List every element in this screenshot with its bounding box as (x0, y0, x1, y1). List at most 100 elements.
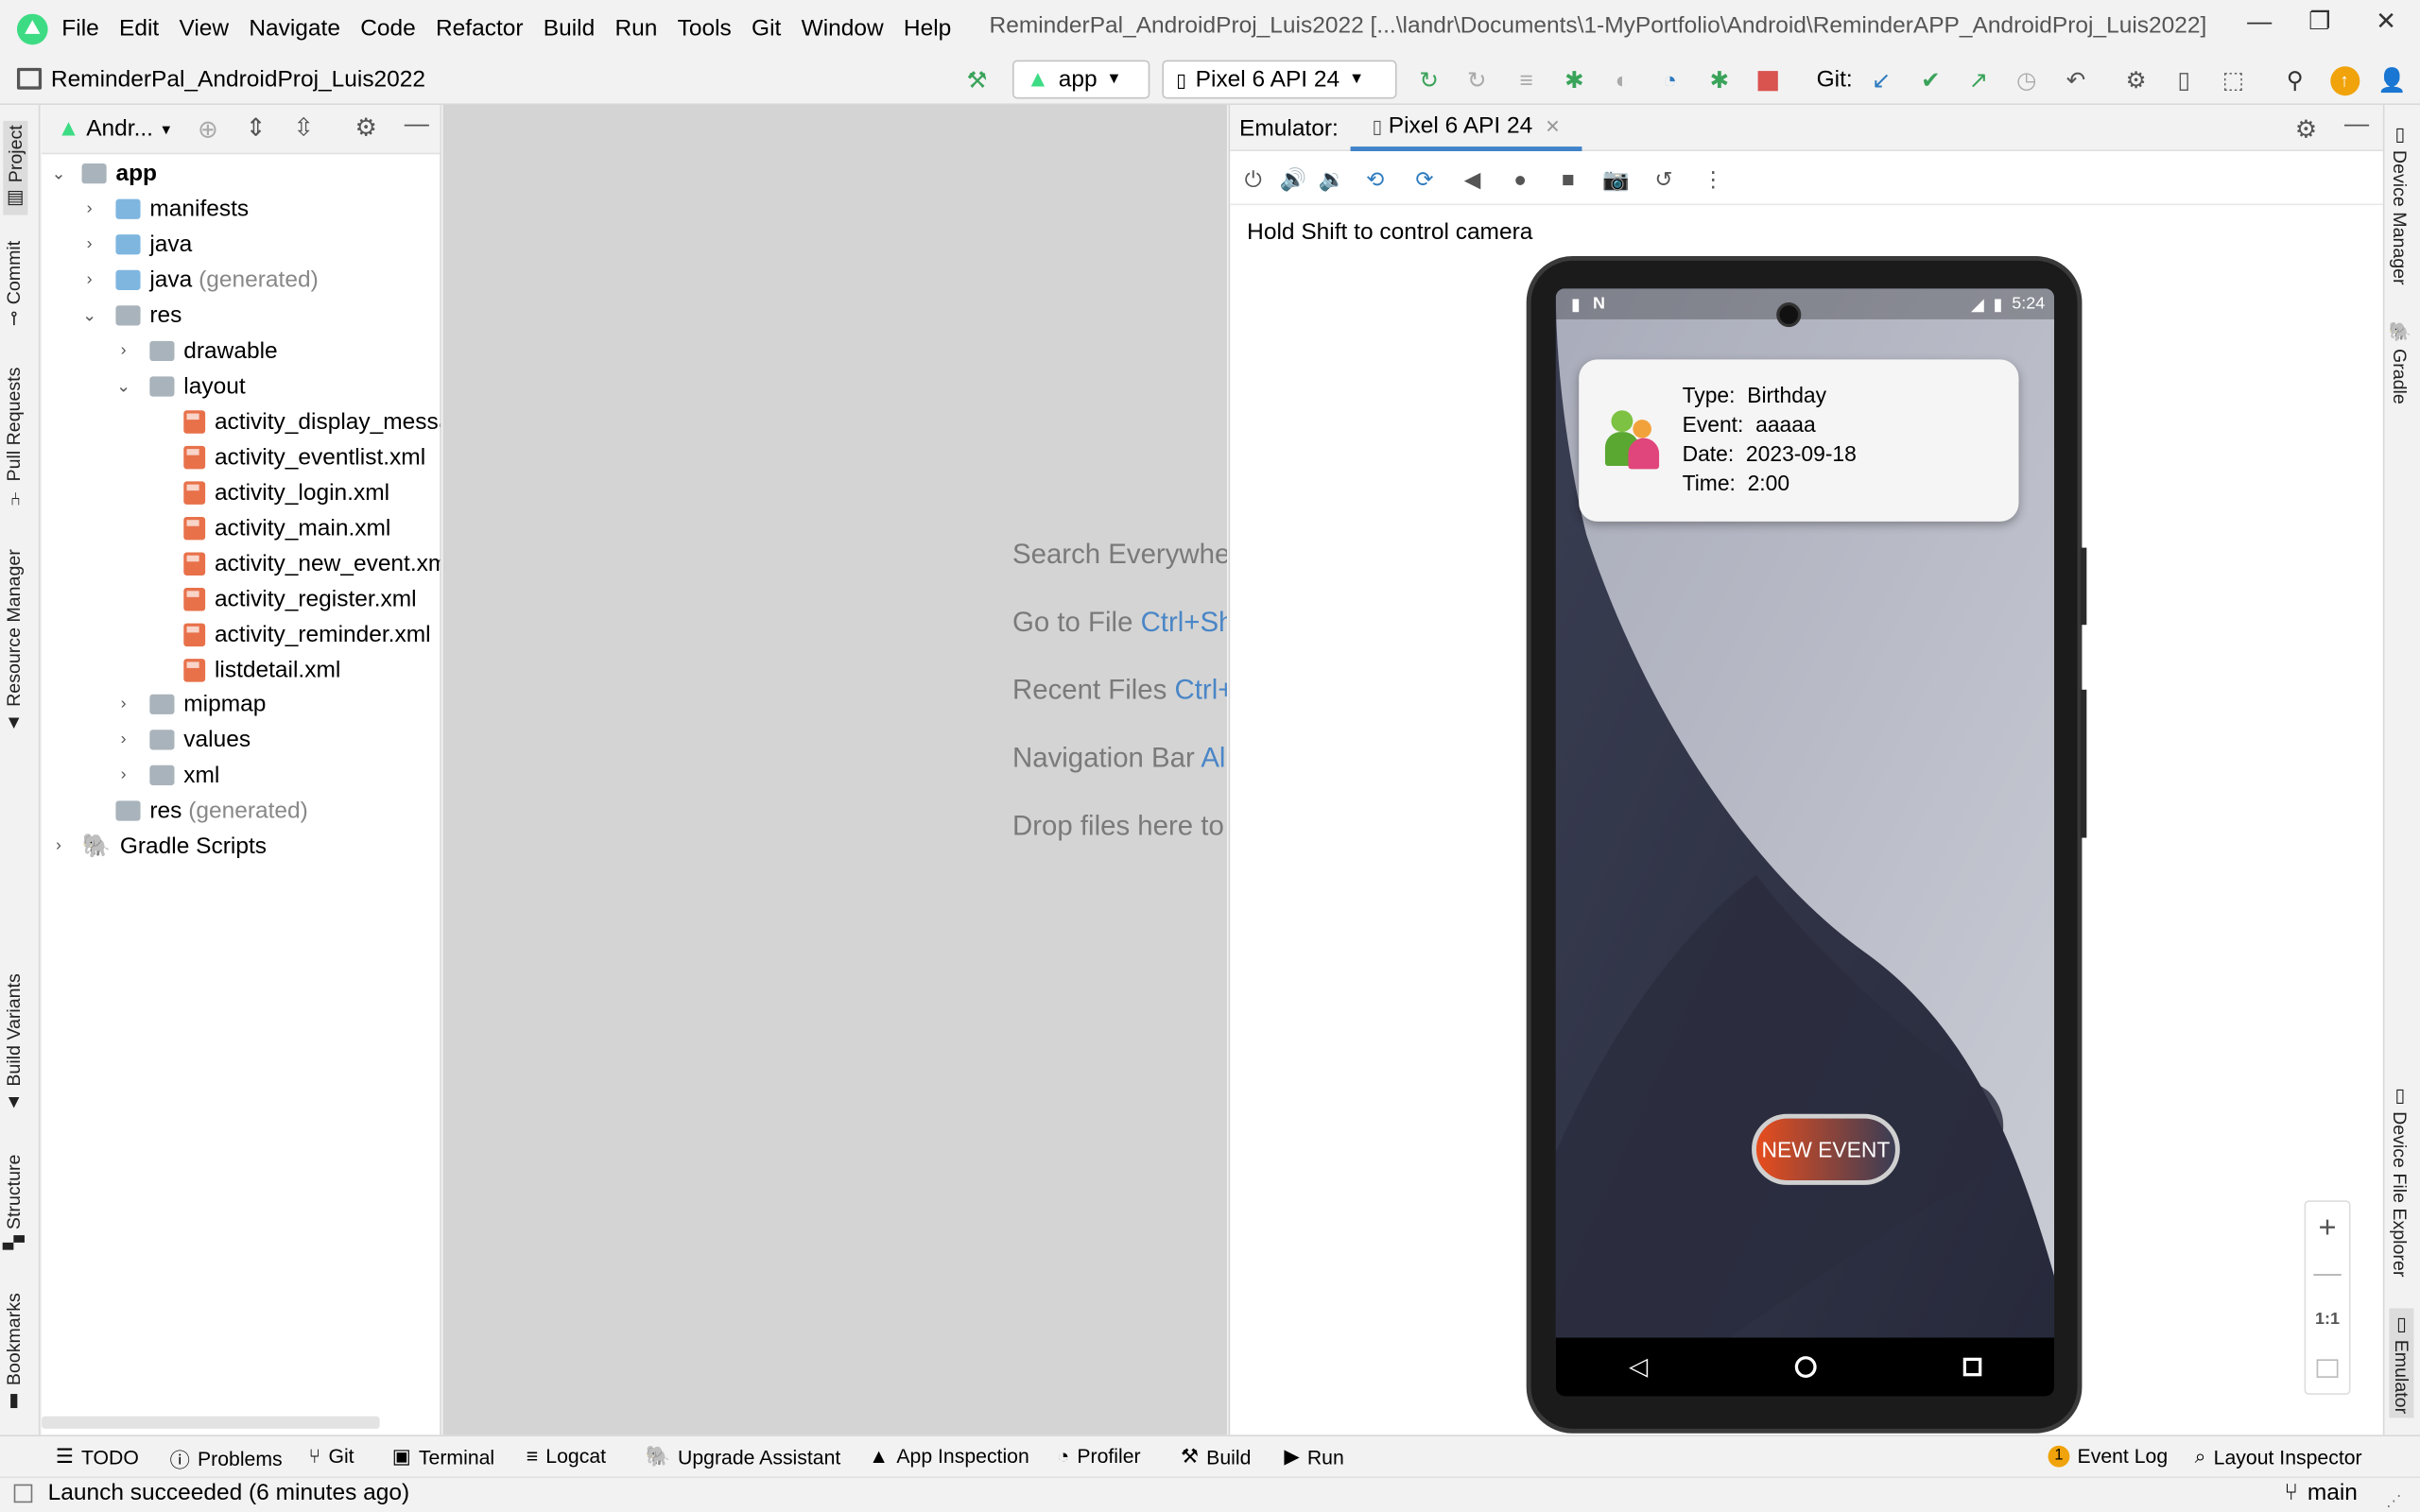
menu-file[interactable]: File (61, 15, 98, 42)
tab-structure[interactable]: ▚ Structure (3, 1154, 25, 1249)
run-config-select[interactable]: ▲ app ▼ (1012, 60, 1150, 99)
menu-navigate[interactable]: Navigate (249, 15, 340, 42)
tab-problems[interactable]: ⓘ Problems (170, 1444, 283, 1473)
tab-build-variants[interactable]: ▲ Build Variants (3, 973, 25, 1114)
update-icon[interactable]: ↑ (2327, 63, 2361, 97)
tab-profiler[interactable]: ◔ Profiler (1057, 1444, 1140, 1467)
tree-item-file[interactable]: activity_new_event.xm (183, 546, 440, 580)
tool-windows-toggle-icon[interactable] (13, 1484, 33, 1503)
rollback-icon[interactable]: ↶ (2059, 63, 2093, 97)
hammer-icon[interactable]: ⚒ (960, 63, 994, 97)
tree-item-manifests[interactable]: › manifests (78, 191, 250, 225)
history-icon[interactable]: ◷ (2010, 63, 2044, 97)
device-manager-icon[interactable]: ▯ (2167, 63, 2201, 97)
menu-code[interactable]: Code (360, 15, 416, 42)
tab-layout-inspector[interactable]: ⌕ Layout Inspector (2195, 1444, 2362, 1469)
locate-icon[interactable]: ⊕ (198, 114, 218, 146)
zoom-actual-size[interactable]: 1:1 (2306, 1310, 2349, 1329)
tree-item-mipmap[interactable]: › mipmap (112, 687, 267, 721)
project-breadcrumb[interactable]: ReminderPal_AndroidProj_Luis2022 (51, 66, 425, 93)
tab-pull-requests[interactable]: ⑂ Pull Requests (3, 368, 25, 507)
gear-icon[interactable]: ⚙ (2295, 114, 2317, 146)
collapse-all-icon[interactable]: ⇳ (293, 112, 314, 144)
device-screen[interactable]: ▮ N ◢ ▮ 5:24 Type: Birthday Event: aaaaa… (1555, 288, 2055, 1397)
tree-item-file[interactable]: activity_register.xml (183, 582, 417, 616)
tree-item-values[interactable]: › values (112, 722, 251, 756)
search-icon[interactable]: ⚲ (2278, 63, 2312, 97)
git-commit-icon[interactable]: ✔ (1913, 63, 1947, 97)
coverage-icon[interactable]: ◐ (1605, 63, 1639, 97)
tree-item-file[interactable]: activity_display_messag (183, 404, 440, 438)
back-icon[interactable]: ◀ (1459, 165, 1486, 193)
sdk-manager-icon[interactable]: ⚙ (2119, 63, 2153, 97)
zoom-in-icon[interactable]: + (2306, 1211, 2349, 1247)
zoom-out-icon[interactable]: — (2306, 1258, 2349, 1290)
tree-item-res[interactable]: ⌄ res (78, 298, 182, 332)
menu-git[interactable]: Git (752, 15, 781, 42)
debug-icon[interactable]: ✱ (1557, 63, 1591, 97)
expand-all-icon[interactable]: ⇕ (246, 112, 267, 144)
tab-build[interactable]: ⚒ Build (1181, 1444, 1251, 1469)
menu-window[interactable]: Window (802, 15, 884, 42)
tree-item-layout[interactable]: ⌄ layout (112, 369, 246, 403)
tab-resource-manager[interactable]: ▲ Resource Manager (3, 549, 25, 734)
menu-help[interactable]: Help (904, 15, 951, 42)
attach-debugger-icon[interactable]: ✱ (1703, 63, 1737, 97)
stop-icon[interactable] (1750, 63, 1784, 97)
tree-item-app[interactable]: ⌄ app (48, 156, 157, 190)
tree-item-res-generated[interactable]: res (generated) (115, 793, 308, 827)
editor-empty-area[interactable]: Search Everywher Go to File Ctrl+Sh Rece… (442, 105, 1227, 1435)
tab-run[interactable]: ▶ Run (1284, 1444, 1343, 1469)
tree-item-file[interactable]: activity_eventlist.xml (183, 439, 425, 473)
tab-event-log[interactable]: 1 Event Log (2048, 1444, 2168, 1468)
menu-refactor[interactable]: Refactor (436, 15, 524, 42)
menu-view[interactable]: View (179, 15, 229, 42)
rotate-right-icon[interactable]: ⟳ (1410, 165, 1438, 193)
back-icon[interactable]: ◁ (1629, 1351, 1648, 1383)
profile-icon[interactable]: ◔ (1653, 63, 1687, 97)
status-message[interactable]: Launch succeeded (6 minutes ago) (48, 1480, 410, 1506)
snapshot-icon[interactable]: ↺ (1650, 165, 1677, 193)
git-branch-widget[interactable]: ⑂ main (2284, 1480, 2358, 1506)
rotate-left-icon[interactable]: ⟲ (1361, 165, 1389, 193)
tab-terminal[interactable]: ▣ Terminal (392, 1444, 494, 1469)
account-icon[interactable]: 👤 (2376, 63, 2410, 97)
tree-item-drawable[interactable]: › drawable (112, 334, 278, 368)
menu-run[interactable]: Run (614, 15, 657, 42)
tree-item-file[interactable]: activity_login.xml (183, 475, 389, 509)
more-options-icon[interactable]: ⋮ (1700, 165, 1727, 193)
horizontal-scrollbar[interactable] (42, 1416, 380, 1429)
overview-icon[interactable] (1962, 1357, 1981, 1377)
tab-app-inspection[interactable]: ▲ App Inspection (869, 1444, 1029, 1467)
tab-pixel-6-api-24[interactable]: ▯ Pixel 6 API 24 ✕ (1350, 105, 1582, 151)
gear-icon[interactable]: ⚙ (355, 112, 377, 144)
tree-item-java-generated[interactable]: › java (generated) (78, 263, 319, 297)
git-push-icon[interactable]: ↗ (1962, 63, 1996, 97)
close-icon[interactable]: ✕ (2366, 7, 2406, 41)
hide-panel-icon[interactable]: — (405, 112, 429, 139)
apply-changes-icon[interactable]: ↻ (1460, 63, 1494, 97)
tab-upgrade-assistant[interactable]: 🐘 Upgrade Assistant (645, 1444, 840, 1469)
tree-item-java[interactable]: › java (78, 227, 193, 261)
event-card[interactable]: Type: Birthday Event: aaaaa Date: 2023-0… (1579, 359, 2019, 522)
sync-gradle-icon[interactable]: ⬚ (2216, 63, 2250, 97)
tab-todo[interactable]: ☰ TODO (56, 1444, 139, 1469)
tree-item-xml[interactable]: › xml (112, 758, 220, 792)
tree-item-file[interactable]: activity_main.xml (183, 510, 390, 544)
tab-project[interactable]: ▤ Project (3, 120, 28, 215)
restore-icon[interactable]: ❐ (2300, 7, 2340, 41)
hide-panel-icon[interactable]: — (2344, 112, 2369, 139)
project-view-select[interactable]: ▲ Andr... ▼ (57, 115, 173, 142)
fit-screen-icon[interactable] (2316, 1359, 2339, 1378)
apply-code-changes-icon[interactable]: ≡ (1510, 63, 1544, 97)
volume-down-icon[interactable]: 🔉 (1318, 165, 1345, 193)
tab-logcat[interactable]: ≡ Logcat (527, 1444, 606, 1467)
menu-build[interactable]: Build (544, 15, 595, 42)
tab-emulator[interactable]: ▯ Emulator (2389, 1308, 2414, 1419)
tab-bookmarks[interactable]: ▮ Bookmarks (3, 1293, 25, 1413)
tab-gradle[interactable]: 🐘 Gradle (2389, 321, 2411, 404)
volume-up-icon[interactable]: 🔊 (1279, 165, 1306, 193)
close-tab-icon[interactable]: ✕ (1545, 115, 1560, 137)
new-event-button[interactable]: NEW EVENT (1752, 1113, 1900, 1185)
tab-device-manager[interactable]: ▯ Device Manager (2389, 124, 2411, 285)
